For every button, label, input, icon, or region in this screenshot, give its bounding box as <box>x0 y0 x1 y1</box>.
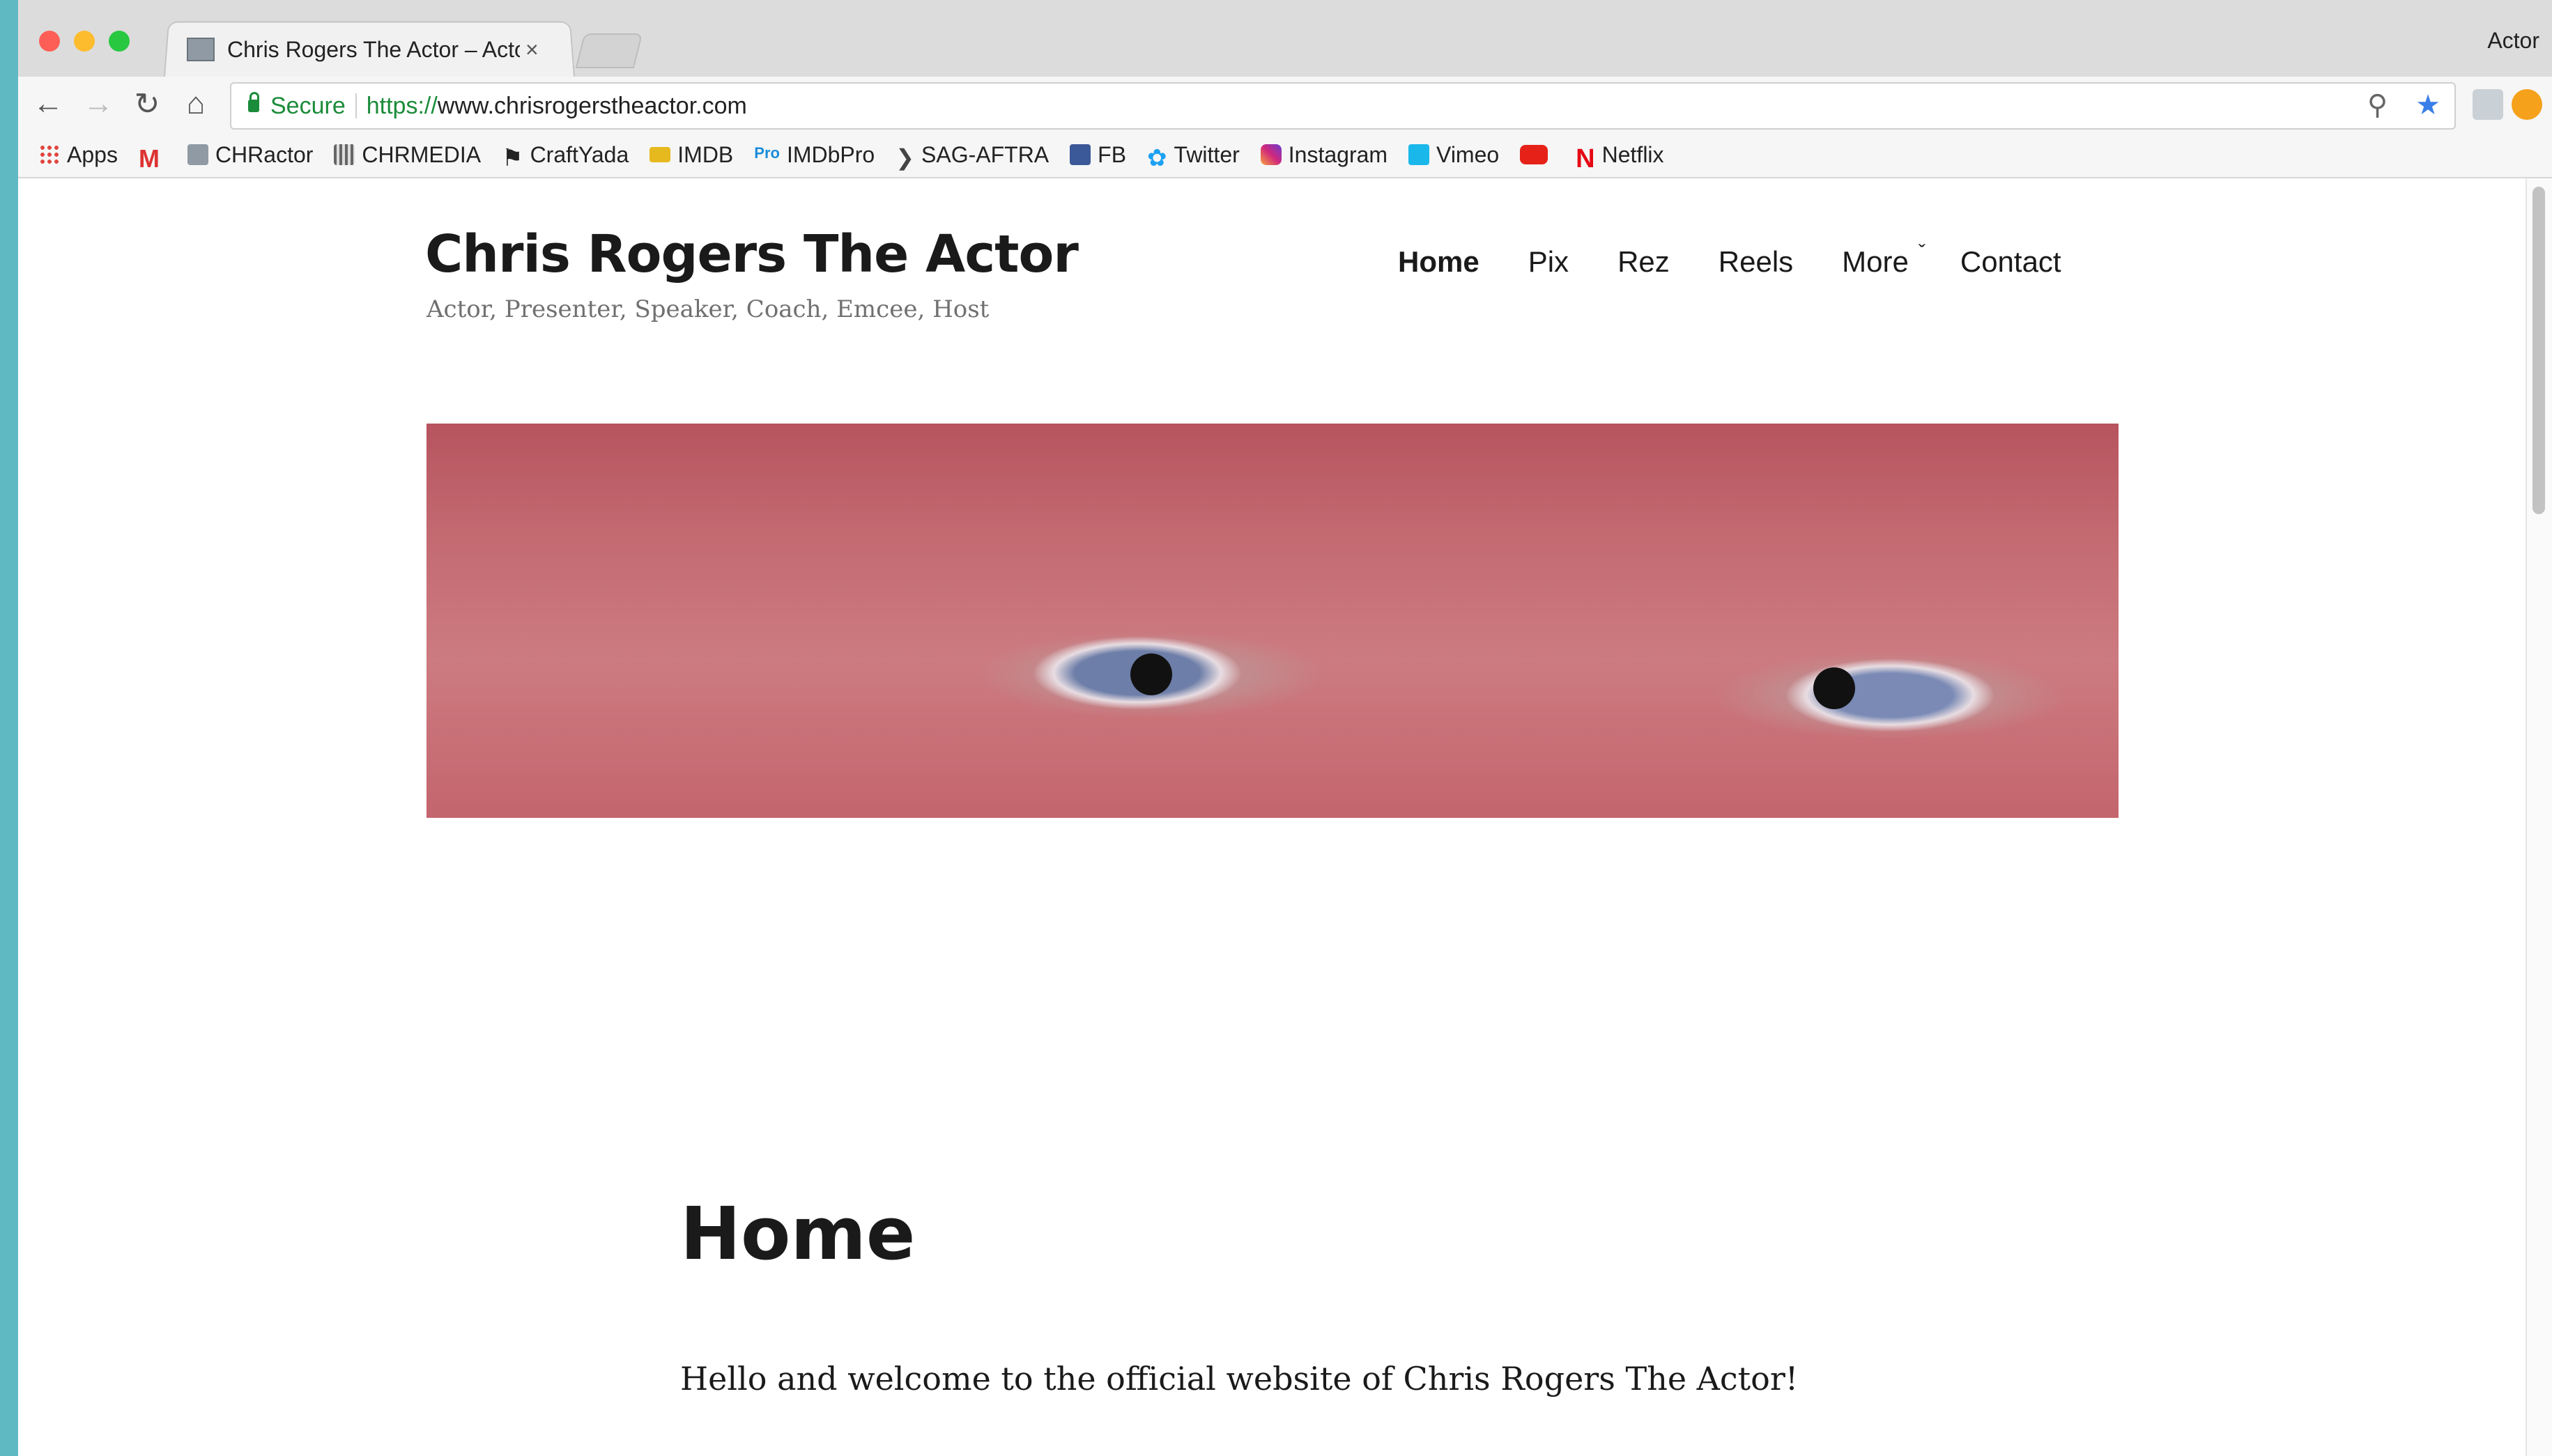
minimize-window-button[interactable] <box>74 31 95 52</box>
scrollbar-thumb[interactable] <box>2532 187 2545 514</box>
nav-rez[interactable]: Rez <box>1617 245 1670 279</box>
tab-close-icon[interactable]: × <box>525 37 539 63</box>
address-bar[interactable]: Secure https:// www.chrisrogerstheactor.… <box>230 82 2456 130</box>
twitter-icon: ✿ <box>1147 145 1167 171</box>
netflix-icon: N <box>1576 144 1595 173</box>
nav-reels[interactable]: Reels <box>1719 245 1793 279</box>
forward-icon[interactable]: → <box>81 86 116 121</box>
new-tab-button[interactable] <box>575 33 643 68</box>
bookmark-label: IMDbPro <box>786 141 875 167</box>
star-icon[interactable]: ★ <box>2415 89 2440 121</box>
left-pupil <box>1130 653 1172 695</box>
back-icon[interactable]: ← <box>31 86 66 121</box>
apps-icon <box>39 144 60 165</box>
address-divider <box>355 93 357 118</box>
zoom-icon[interactable]: ⚲ <box>2367 89 2388 121</box>
close-window-button[interactable] <box>39 31 60 52</box>
bookmark-apps[interactable]: Apps <box>39 142 118 168</box>
bookmark-label: SAG-AFTRA <box>921 141 1050 167</box>
sag-aftra-icon: ❯ <box>895 145 915 170</box>
facebook-icon <box>1070 144 1091 165</box>
bookmark-instagram[interactable]: Instagram <box>1260 141 1388 168</box>
bookmark-label: CraftYada <box>530 141 629 167</box>
page-title: Home <box>680 1191 916 1276</box>
bookmark-label: CHRactor <box>215 141 314 167</box>
download-extension-icon[interactable] <box>2473 89 2503 120</box>
chractor-icon <box>187 144 208 165</box>
bookmark-chrmedia[interactable]: CHRMEDIA <box>334 142 481 168</box>
url-text: www.chrisrogerstheactor.com <box>437 92 747 119</box>
bookmark-youtube[interactable] <box>1520 145 1555 164</box>
bookmark-imdb[interactable]: IMDB <box>649 142 733 168</box>
intro-paragraph: Hello and welcome to the official websit… <box>680 1360 1799 1397</box>
bookmark-sag-aftra[interactable]: ❯ SAG-AFTRA <box>895 141 1050 171</box>
bookmark-label: Twitter <box>1174 141 1240 167</box>
security-label: Secure <box>270 92 346 119</box>
site-title[interactable]: Chris Rogers The Actor <box>425 224 1079 284</box>
imdbpro-icon: Pro <box>754 144 780 162</box>
bookmark-label: Instagram <box>1288 141 1388 167</box>
orange-extension-icon[interactable] <box>2512 89 2542 120</box>
page-scrollbar[interactable] <box>2526 178 2552 1456</box>
bookmark-label: Apps <box>67 141 118 167</box>
right-pupil <box>1813 667 1855 709</box>
url-scheme: https:// <box>366 92 438 119</box>
trophy-icon: ⚑ <box>502 145 523 171</box>
lock-icon <box>248 92 259 112</box>
chevron-down-icon[interactable]: ˇ <box>1919 241 1925 265</box>
reload-icon[interactable]: ↻ <box>130 86 164 122</box>
tab-strip: Chris Rogers The Actor – Actor × Actor <box>18 0 2552 79</box>
nav-contact[interactable]: Contact <box>1960 245 2061 279</box>
hero-image <box>426 424 2119 818</box>
bookmark-label: Netflix <box>1601 141 1664 167</box>
nav-pix[interactable]: Pix <box>1528 245 1569 279</box>
youtube-icon <box>1520 145 1548 164</box>
vimeo-icon <box>1408 144 1430 165</box>
browser-window: Chris Rogers The Actor – Actor × Actor ←… <box>18 0 2552 1456</box>
profile-name[interactable]: Actor <box>2487 28 2539 54</box>
nav-home[interactable]: Home <box>1398 245 1479 279</box>
omnibox-actions: ⚲ ★ <box>2367 89 2440 121</box>
gmail-icon: M <box>138 144 160 173</box>
chrmedia-icon <box>334 144 355 165</box>
bookmark-fb[interactable]: FB <box>1070 142 1126 168</box>
bookmark-imdbpro[interactable]: Pro IMDbPro <box>754 142 875 168</box>
bookmark-label: CHRMEDIA <box>362 141 482 167</box>
bookmark-twitter[interactable]: ✿ Twitter <box>1147 141 1240 172</box>
main-navigation: Home Pix Rez Reels More ˇ Contact <box>1398 241 2061 279</box>
site-description: Actor, Presenter, Speaker, Coach, Emcee,… <box>426 295 990 323</box>
bookmark-netflix[interactable]: N Netflix <box>1576 141 1664 174</box>
browser-toolbar: ← → ↻ ⌂ Secure https:// www.chrisrogerst… <box>18 77 2552 132</box>
nav-more[interactable]: More <box>1842 245 1909 279</box>
bookmark-label: FB <box>1098 141 1127 167</box>
imdb-icon <box>649 147 671 162</box>
tab-title: Chris Rogers The Actor – Actor <box>227 36 520 62</box>
bookmark-label: Vimeo <box>1436 141 1500 167</box>
tab-favicon-icon <box>187 38 215 61</box>
instagram-icon <box>1260 144 1282 165</box>
bookmark-vimeo[interactable]: Vimeo <box>1408 142 1499 168</box>
bookmark-label: IMDB <box>677 141 734 167</box>
bookmarks-bar: Apps M CHRactor CHRMEDIA ⚑ CraftYada IMD… <box>18 132 2552 178</box>
bookmark-craftyada[interactable]: ⚑ CraftYada <box>502 141 629 172</box>
bookmark-gmail[interactable]: M <box>138 144 167 173</box>
home-icon[interactable]: ⌂ <box>178 86 213 121</box>
maximize-window-button[interactable] <box>109 31 130 52</box>
bookmark-chractor[interactable]: CHRactor <box>187 142 313 168</box>
active-tab-content[interactable]: Chris Rogers The Actor – Actor × <box>187 25 563 74</box>
